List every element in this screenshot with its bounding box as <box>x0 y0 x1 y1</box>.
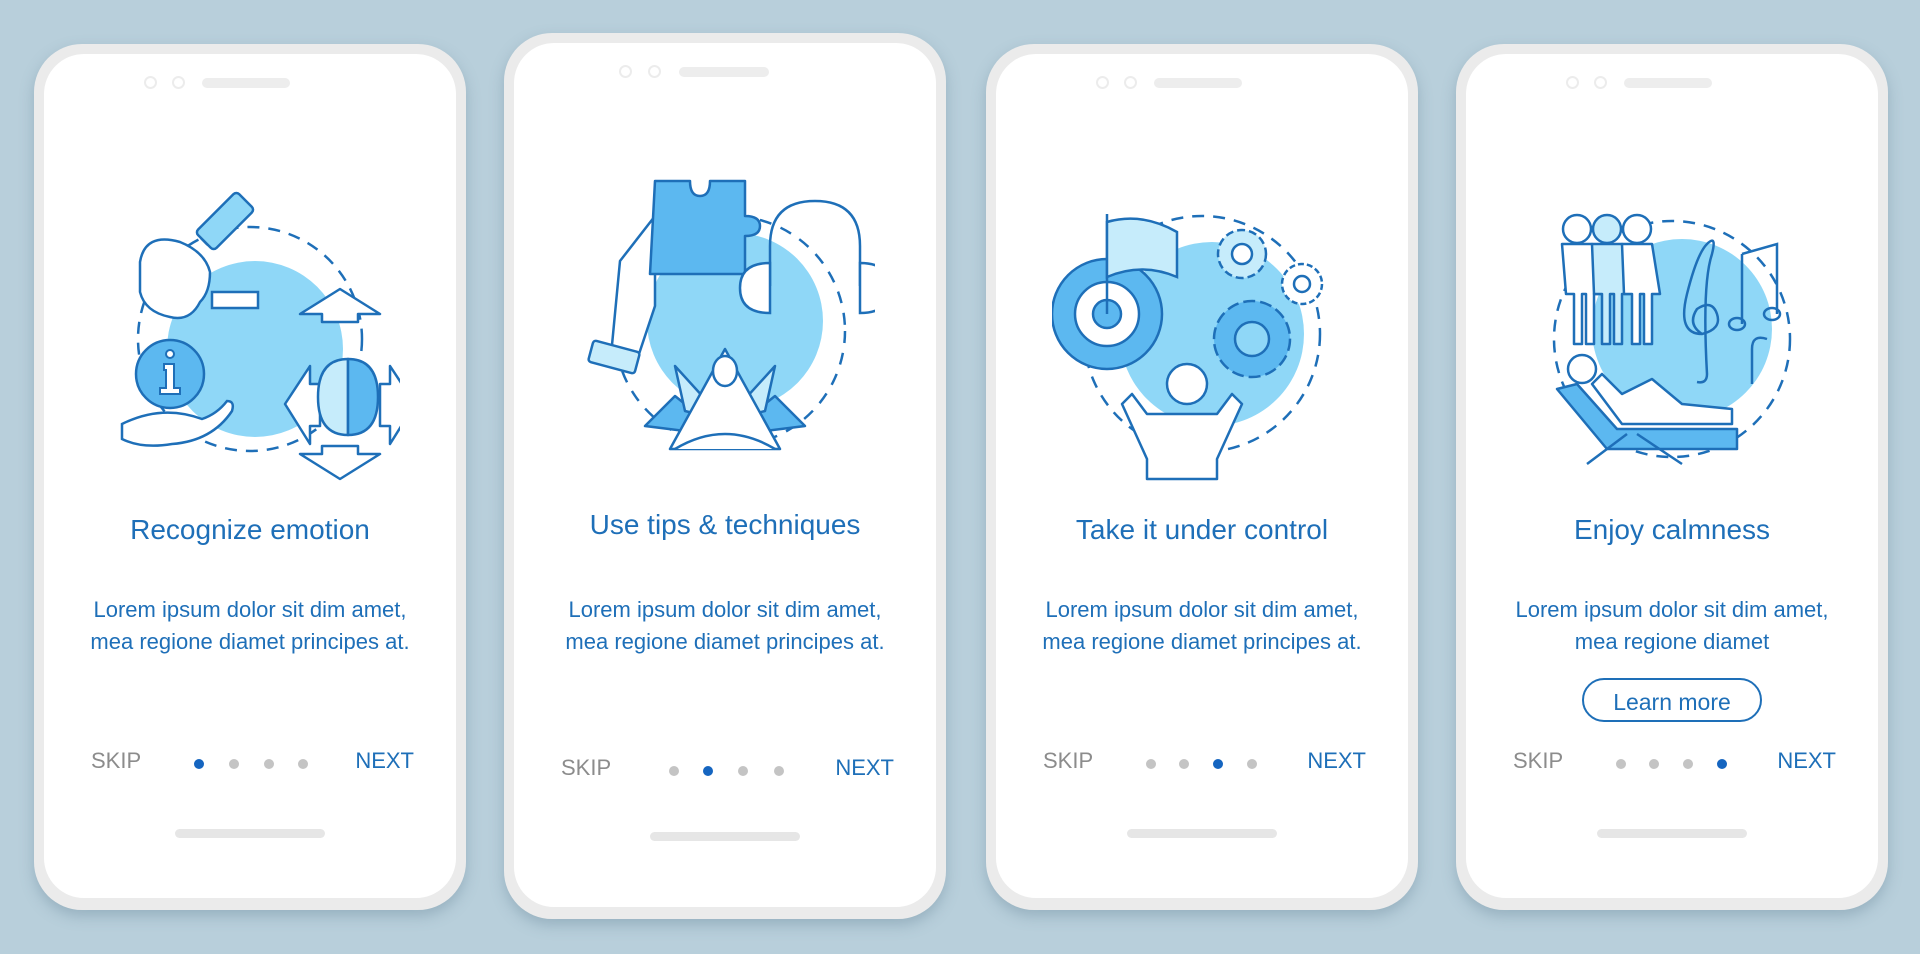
home-indicator[interactable] <box>650 832 800 841</box>
skip-button[interactable]: SKIP <box>91 748 141 774</box>
camera-icon <box>1096 76 1109 89</box>
home-indicator[interactable] <box>1597 829 1747 838</box>
next-button[interactable]: NEXT <box>1307 748 1366 774</box>
page-dot-1-active[interactable] <box>194 759 204 769</box>
screen-description: Lorem ipsum dolor sit dim amet, mea regi… <box>565 597 885 654</box>
phone-screen: Recognize emotion Lorem ipsum dolor sit … <box>44 54 456 898</box>
take-control-illustration <box>1052 214 1324 481</box>
tips-techniques-illustration <box>587 179 875 451</box>
learn-more-button[interactable]: Learn more <box>1582 678 1762 722</box>
skip-button[interactable]: SKIP <box>1043 748 1093 774</box>
screen-description: Lorem ipsum dolor sit dim amet, mea regi… <box>1515 597 1829 654</box>
screen-description: Lorem ipsum dolor sit dim amet, mea regi… <box>90 597 410 654</box>
sensor-icon <box>1594 76 1607 89</box>
page-dot-3[interactable] <box>738 766 748 776</box>
speaker-grille <box>202 78 290 88</box>
sensor-icon <box>1124 76 1137 89</box>
skip-button[interactable]: SKIP <box>1513 748 1563 774</box>
group-of-friends-icon <box>1560 213 1662 346</box>
page-dot-4[interactable] <box>1247 759 1257 769</box>
recognize-emotion-illustration <box>120 191 400 481</box>
phone-notch <box>996 76 1408 90</box>
page-dot-4-active[interactable] <box>1717 759 1727 769</box>
home-indicator[interactable] <box>1127 829 1277 838</box>
gavel-block-icon <box>210 290 260 310</box>
camera-icon <box>1566 76 1579 89</box>
phone-screen: Use tips & techniques Lorem ipsum dolor … <box>514 43 936 907</box>
home-indicator[interactable] <box>175 829 325 838</box>
speaker-grille <box>1624 78 1712 88</box>
screen-title: Use tips & techniques <box>589 509 861 540</box>
speaker-grille <box>1154 78 1242 88</box>
skip-button[interactable]: SKIP <box>561 755 611 781</box>
screen-title: Enjoy calmness <box>1573 514 1771 545</box>
onboarding-phone-4: Enjoy calmness Lorem ipsum dolor sit dim… <box>1456 44 1888 910</box>
page-dot-3[interactable] <box>1683 759 1693 769</box>
onboarding-phone-2: Use tips & techniques Lorem ipsum dolor … <box>504 33 946 919</box>
onboarding-phone-3: Take it under control Lorem ipsum dolor … <box>986 44 1418 910</box>
onboarding-nav: SKIP NEXT <box>1466 748 1878 778</box>
sensor-icon <box>172 76 185 89</box>
page-dot-4[interactable] <box>298 759 308 769</box>
page-dot-1[interactable] <box>669 766 679 776</box>
info-icon <box>134 338 206 410</box>
phone-screen: Enjoy calmness Lorem ipsum dolor sit dim… <box>1466 54 1878 898</box>
phone-notch <box>514 65 936 79</box>
enjoy-calmness-illustration <box>1552 213 1792 466</box>
screen-title: Recognize emotion <box>130 514 370 545</box>
onboarding-nav: SKIP NEXT <box>514 755 936 785</box>
page-dot-4[interactable] <box>774 766 784 776</box>
page-dot-1[interactable] <box>1616 759 1626 769</box>
page-dot-2[interactable] <box>229 759 239 769</box>
next-button[interactable]: NEXT <box>835 755 894 781</box>
onboarding-nav: SKIP NEXT <box>44 748 456 778</box>
camera-icon <box>619 65 632 78</box>
phone-screen: Take it under control Lorem ipsum dolor … <box>996 54 1408 898</box>
screen-title: Take it under control <box>1075 514 1329 545</box>
onboarding-nav: SKIP NEXT <box>996 748 1408 778</box>
next-button[interactable]: NEXT <box>1777 748 1836 774</box>
speaker-grille <box>679 67 769 77</box>
page-dot-1[interactable] <box>1146 759 1156 769</box>
phone-notch <box>44 76 456 90</box>
page-dot-2-active[interactable] <box>703 766 713 776</box>
camera-icon <box>144 76 157 89</box>
sensor-icon <box>648 65 661 78</box>
screen-description: Lorem ipsum dolor sit dim amet, mea regi… <box>1042 597 1362 654</box>
page-dot-3[interactable] <box>264 759 274 769</box>
phone-notch <box>1466 76 1878 90</box>
next-button[interactable]: NEXT <box>355 748 414 774</box>
page-dot-2[interactable] <box>1649 759 1659 769</box>
page-dot-3-active[interactable] <box>1213 759 1223 769</box>
onboarding-phone-1: Recognize emotion Lorem ipsum dolor sit … <box>34 44 466 910</box>
page-dot-2[interactable] <box>1179 759 1189 769</box>
